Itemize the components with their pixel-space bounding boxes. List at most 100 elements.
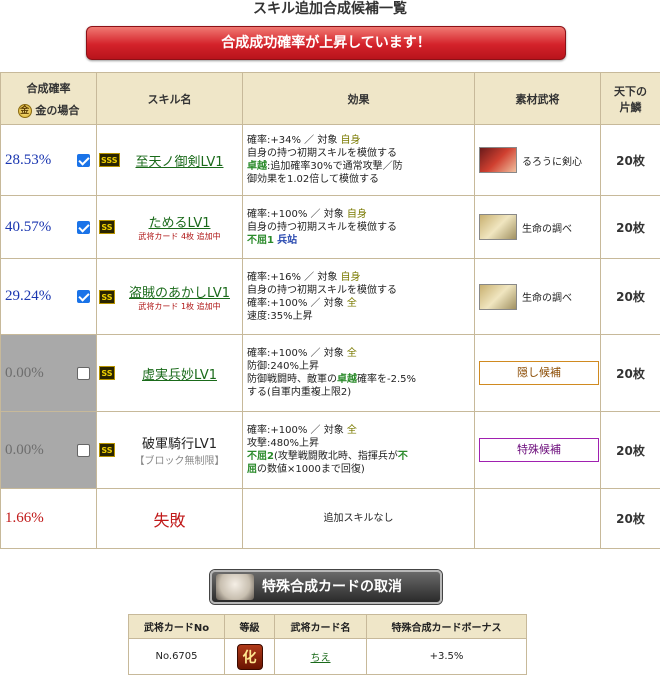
no-skill-text: 追加スキルなし xyxy=(323,513,394,524)
rate-value: 29.24% xyxy=(5,288,52,304)
select-checkbox[interactable] xyxy=(77,366,90,380)
effect-line: 速度:35%上昇 xyxy=(247,310,313,322)
skill-cell: 失敗 xyxy=(96,488,243,549)
effect-line: (攻撃戦闘敗北時、指揮兵が xyxy=(273,451,398,462)
special-candidate-button[interactable]: 特殊候補 xyxy=(479,438,599,462)
material-name: 生命の調べ xyxy=(522,293,572,304)
skill-name-link[interactable]: 至天ノ御剣LV1 xyxy=(119,151,240,170)
select-checkbox[interactable] xyxy=(77,290,90,303)
effect-target: 全 xyxy=(346,425,357,436)
general-portrait[interactable] xyxy=(479,214,517,240)
effect-line: 攻撃:480%上昇 xyxy=(247,438,319,449)
effect-cell: 確率:+34% ／ 対象 自身 自身の持つ初期スキルを模倣する 卓越:追加確率3… xyxy=(242,124,475,196)
header-rate-title: 合成確率 xyxy=(26,81,71,95)
header-skill: スキル名 xyxy=(96,72,243,125)
added-cards-note: 武将カード 1枚 追加中 xyxy=(138,301,221,311)
rate-value: 0.00% xyxy=(5,441,44,458)
general-portrait[interactable] xyxy=(479,147,517,173)
effect-target: 自身 xyxy=(340,271,361,283)
cancel-special-card-button[interactable]: 特殊合成カードの取消 xyxy=(210,570,442,604)
rank-badge: SS xyxy=(99,366,115,380)
rate-value: 0.00% xyxy=(5,364,44,381)
select-checkbox[interactable] xyxy=(77,220,90,234)
effect-rate: 確率:+100% xyxy=(247,297,308,309)
skill-cell: SS 盗賊のあかしLV1 武将カード 1枚 追加中 xyxy=(96,258,243,335)
effect-keyword: 兵站 xyxy=(277,234,298,246)
effect-keyword: 卓越 xyxy=(337,374,357,385)
material-cell xyxy=(474,488,601,549)
effect-line: 防御戦闘時、敵軍の xyxy=(247,374,337,385)
card-no: No.6705 xyxy=(128,638,225,675)
skill-cell: SS 破軍騎行LV1 【ブロック無制限】 xyxy=(96,411,243,489)
cancel-button-label: 特殊合成カードの取消 xyxy=(262,579,402,595)
general-portrait-icon xyxy=(216,574,254,600)
effect-line: 御効果を1.02倍して模倣する xyxy=(247,174,379,185)
rate-cell: 29.24% xyxy=(0,258,97,335)
skill-name-link[interactable]: ためるLV1 xyxy=(119,212,240,231)
card-table-header: 武将カードNo 等級 武将カード名 特殊合成カードボーナス xyxy=(128,614,527,639)
rank-badge: SS xyxy=(99,289,115,304)
header-rate: 合成確率 金 金の場合 xyxy=(0,72,97,125)
effect-keyword: 屈 xyxy=(247,464,257,475)
skill-name-link[interactable]: 盗賊のあかしLV1 xyxy=(119,282,240,301)
effect-rate: 確率:+34% xyxy=(247,135,301,146)
effect-target-label: 対象 xyxy=(323,297,344,309)
cost-cell: 20枚 xyxy=(600,195,660,259)
effect-line: 防御:240%上昇 xyxy=(247,361,319,372)
effect-cell: 確率:+100% ／ 対象 全 防御:240%上昇 防御戦闘時、敵軍の卓越確率を… xyxy=(242,334,475,412)
cost-cell: 20枚 xyxy=(600,258,660,335)
material-cell: 隠し候補 xyxy=(474,334,601,412)
select-checkbox[interactable] xyxy=(77,443,90,457)
effect-target-label: 対象 xyxy=(317,271,338,283)
effect-target: 全 xyxy=(346,348,357,359)
rate-value: 40.57% xyxy=(5,218,52,235)
effect-rate: 確率:+100% xyxy=(247,348,308,359)
rate-cell: 0.00% xyxy=(0,334,97,412)
table-row: 1.66% 失敗 追加スキルなし 20枚 xyxy=(0,488,660,549)
skill-name: 破軍騎行LV1 xyxy=(142,437,217,452)
effect-target: 自身 xyxy=(340,135,361,146)
table-row: 0.00% SS 虚実兵妙LV1 確率:+100% ／ 対象 全 防御:240%… xyxy=(0,334,660,412)
effect-keyword: 不屈1 xyxy=(247,234,274,246)
effect-target: 全 xyxy=(346,297,357,309)
header-effect: 効果 xyxy=(242,72,475,125)
skill-cell: SSS 至天ノ御剣LV1 xyxy=(96,124,243,196)
general-portrait[interactable] xyxy=(479,283,517,310)
hidden-candidate-button[interactable]: 隠し候補 xyxy=(479,361,599,385)
rank-badge: SSS xyxy=(99,153,120,167)
skill-name-link[interactable]: 虚実兵妙LV1 xyxy=(119,364,240,383)
grade-cell: 化 xyxy=(224,638,275,675)
cost-cell: 20枚 xyxy=(600,124,660,196)
header-gold: 金 金の場合 xyxy=(1,102,96,118)
fail-label: 失敗 xyxy=(153,510,186,530)
cost-cell: 20枚 xyxy=(600,411,660,489)
material-cell: るろうに剣心 xyxy=(474,124,601,196)
select-checkbox[interactable] xyxy=(77,153,90,167)
card-row: No.6705 化 ちえ +3.5% xyxy=(128,638,527,675)
cost-cell: 20枚 xyxy=(600,488,660,549)
effect-keyword: 卓越 xyxy=(247,161,267,172)
effect-line: 確率を-2.5% xyxy=(357,374,417,385)
card-name-link[interactable]: ちえ xyxy=(311,653,331,664)
bonus-value: +3.5% xyxy=(366,638,527,675)
effect-keyword: 不屈2 xyxy=(247,451,274,462)
effect-cell: 確率:+100% ／ 対象 全 攻撃:480%上昇 不屈2(攻撃戦闘敗北時、指揮… xyxy=(242,411,475,489)
material-name: 生命の調べ xyxy=(522,223,572,235)
effect-keyword: 不 xyxy=(397,451,408,462)
added-cards-note: 武将カード 4枚 追加中 xyxy=(138,232,221,241)
material-cell: 生命の調べ xyxy=(474,258,601,335)
candidate-table: 合成確率 金 金の場合 スキル名 効果 素材武将 天下の 片鱗 28.53% S… xyxy=(0,72,660,549)
effect-target-label: 対象 xyxy=(323,208,344,220)
effect-rate: 確率:+100% xyxy=(247,425,308,436)
effect-cell: 確率:+100% ／ 対象 自身 自身の持つ初期スキルを模倣する 不屈1 兵站 xyxy=(242,195,475,259)
effect-line: する(自軍内重複上限2) xyxy=(247,387,352,398)
effect-target-label: 対象 xyxy=(323,348,344,359)
effect-target-label: 対象 xyxy=(323,425,344,436)
header-card-no: 武将カードNo xyxy=(128,614,225,639)
material-cell: 生命の調べ xyxy=(474,195,601,259)
header-cost: 天下の 片鱗 xyxy=(600,72,660,125)
effect-rate: 確率:+100% xyxy=(247,208,308,220)
table-row: 29.24% SS 盗賊のあかしLV1 武将カード 1枚 追加中 確率:+16%… xyxy=(0,258,660,335)
table-header-row: 合成確率 金 金の場合 スキル名 効果 素材武将 天下の 片鱗 xyxy=(0,72,660,125)
rate-cell: 28.53% xyxy=(0,124,97,196)
